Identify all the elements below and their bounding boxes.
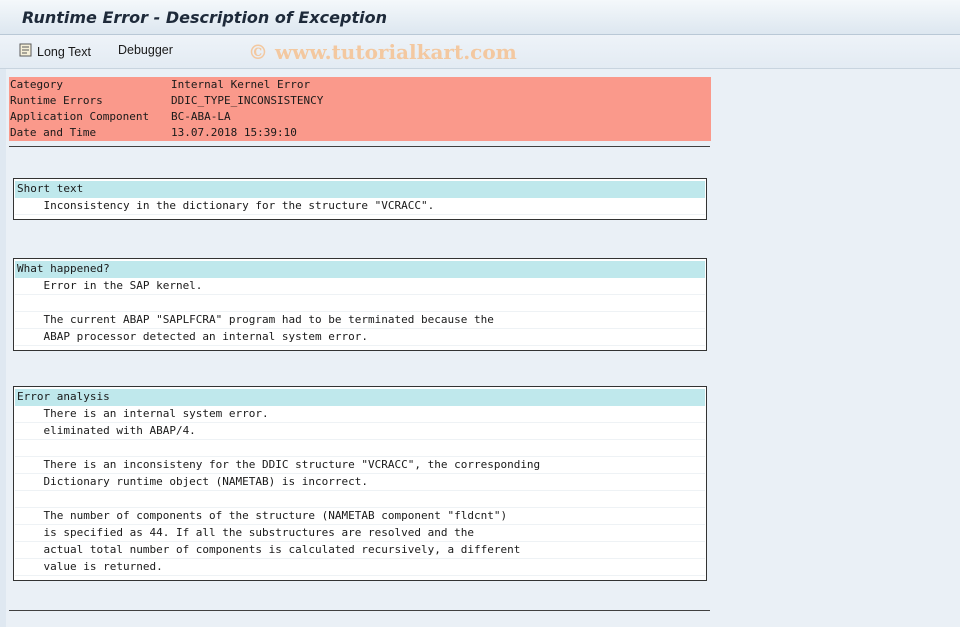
header-value: Internal Kernel Error bbox=[171, 78, 311, 91]
section-line: Inconsistency in the dictionary for the … bbox=[15, 198, 705, 215]
section-line bbox=[15, 295, 705, 312]
header-key: Runtime Errors bbox=[10, 94, 103, 107]
watermark: © www.tutorialkart.com bbox=[248, 40, 517, 64]
what-happened-section: What happened? Error in the SAP kernel. … bbox=[13, 258, 707, 351]
section-title: What happened? bbox=[15, 261, 705, 278]
long-text-icon bbox=[18, 43, 37, 60]
header-row-date-time: Date and Time 13.07.2018 15:39:10 bbox=[9, 125, 711, 141]
application-toolbar: Long Text Debugger © www.tutorialkart.co… bbox=[0, 35, 960, 69]
debugger-button[interactable]: Debugger bbox=[118, 43, 173, 57]
title-bar: Runtime Error - Description of Exception bbox=[0, 0, 960, 35]
error-content: Category Internal Kernel Error Runtime E… bbox=[6, 69, 960, 627]
section-line bbox=[15, 491, 705, 508]
section-line bbox=[15, 440, 705, 457]
header-row-application-component: Application Component BC-ABA-LA bbox=[9, 109, 711, 125]
divider-bottom bbox=[9, 610, 710, 611]
section-line: eliminated with ABAP/4. bbox=[15, 423, 705, 440]
section-line: The current ABAP "SAPLFCRA" program had … bbox=[15, 312, 705, 329]
window-title: Runtime Error - Description of Exception bbox=[22, 8, 387, 27]
section-line: The number of components of the structur… bbox=[15, 508, 705, 525]
section-line: Dictionary runtime object (NAMETAB) is i… bbox=[15, 474, 705, 491]
header-row-runtime-errors: Runtime Errors DDIC_TYPE_INCONSISTENCY bbox=[9, 93, 711, 109]
section-line: ABAP processor detected an internal syst… bbox=[15, 329, 705, 346]
header-key: Date and Time bbox=[10, 126, 97, 139]
section-line: There is an internal system error. bbox=[15, 406, 705, 423]
section-title: Short text bbox=[15, 181, 705, 198]
short-text-section: Short text Inconsistency in the dictiona… bbox=[13, 178, 707, 220]
divider-top bbox=[9, 146, 710, 147]
section-line: There is an inconsisteny for the DDIC st… bbox=[15, 457, 705, 474]
long-text-button[interactable]: Long Text bbox=[18, 43, 91, 60]
header-value: DDIC_TYPE_INCONSISTENCY bbox=[171, 94, 324, 107]
section-line: is specified as 44. If all the substruct… bbox=[15, 525, 705, 542]
long-text-label: Long Text bbox=[37, 44, 91, 59]
section-line: Error in the SAP kernel. bbox=[15, 278, 705, 295]
header-row-category: Category Internal Kernel Error bbox=[9, 77, 711, 93]
error-analysis-section: Error analysis There is an internal syst… bbox=[13, 386, 707, 581]
header-value: BC-ABA-LA bbox=[171, 110, 231, 123]
header-key: Application Component bbox=[10, 110, 150, 123]
header-value: 13.07.2018 15:39:10 bbox=[171, 126, 297, 139]
section-title: Error analysis bbox=[15, 389, 705, 406]
header-info-table: Category Internal Kernel Error Runtime E… bbox=[9, 77, 711, 141]
header-key: Category bbox=[10, 78, 63, 91]
section-line: actual total number of components is cal… bbox=[15, 542, 705, 559]
section-line: value is returned. bbox=[15, 559, 705, 576]
debugger-label: Debugger bbox=[118, 43, 173, 57]
